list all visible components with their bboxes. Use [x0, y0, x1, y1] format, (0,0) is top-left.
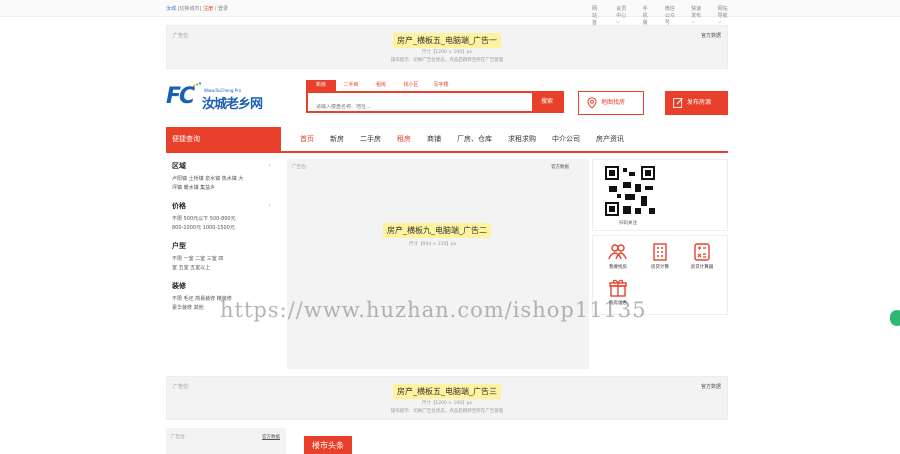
current-city: 汝城 — [166, 6, 177, 12]
ad-official-link[interactable]: 官方数据 — [262, 434, 280, 440]
ad-official-link[interactable]: 官方数据 — [701, 383, 721, 390]
search-tab-new[interactable]: 新房 — [306, 80, 336, 91]
right-column: 扫码关注 我要找房 房贷计算 房贷计算器 购房优惠 — [592, 159, 728, 315]
search-area: 新房 二手房 租房 找小区 写字楼 搜索 — [306, 80, 564, 113]
location-pin-icon — [587, 97, 597, 109]
filter-options[interactable]: 800-1000元 1000-1500元 — [172, 224, 275, 233]
ad-label: 广告位: — [173, 33, 190, 39]
filter-options[interactable]: 不限 一室 二室 三室 四 — [172, 255, 275, 264]
filter-options[interactable]: 卢阳镇 土桥镇 泉水镇 热水镇 大 — [172, 175, 275, 184]
ad-title: 房产_横板五_电脑端_广告三 — [393, 384, 501, 399]
login-link[interactable]: 登录 — [218, 6, 228, 12]
ad-official-link[interactable]: 官方数据 — [701, 32, 721, 39]
nav-rent[interactable]: 租房 — [389, 127, 419, 153]
search-button[interactable]: 搜索 — [532, 93, 562, 111]
tool-calculator[interactable]: 房贷计算器 — [681, 242, 723, 278]
filter-group-area: › 区域 卢阳镇 土桥镇 泉水镇 热水镇 大 坪镇 暖水镇 集益乡 — [172, 161, 275, 193]
logo-dots-icon — [192, 82, 202, 88]
chevron-right-icon[interactable]: › — [268, 161, 271, 169]
nav-agencies[interactable]: 中介公司 — [544, 127, 588, 153]
nav-news[interactable]: 房产资讯 — [588, 127, 632, 153]
floating-chat-button[interactable] — [890, 310, 900, 326]
register-link[interactable]: 注册 — [203, 6, 213, 12]
filter-title: 区域 — [172, 162, 186, 170]
qr-caption: 扫码关注 — [619, 221, 637, 226]
ad-banner-middle[interactable]: 广告位: 官方数据 房产_横板五_电脑端_广告三 尺寸【1200 × 100】p… — [166, 376, 728, 420]
calculator-icon — [694, 243, 710, 261]
search-tab-rent[interactable]: 租房 — [366, 80, 396, 91]
ad-official-link[interactable]: 官方数据 — [551, 164, 569, 170]
nav-shops[interactable]: 商铺 — [419, 127, 449, 153]
search-tabs: 新房 二手房 租房 找小区 写字楼 — [306, 80, 564, 91]
ad-size: 尺寸【1200 × 100】px — [421, 50, 473, 55]
logo-name: 汝城老乡网 — [202, 97, 263, 112]
filter-group-price: › 价格 不限 500元以下 500-800元 800-1000元 1000-1… — [172, 201, 275, 233]
quick-query-title: 便捷查询 — [166, 127, 281, 151]
building-icon — [653, 243, 667, 261]
filter-options[interactable]: 坪镇 暖水镇 集益乡 — [172, 184, 275, 193]
tool-label: 房贷计算 — [651, 265, 669, 270]
quick-query-sidebar: › 区域 卢阳镇 土桥镇 泉水镇 热水镇 大 坪镇 暖水镇 集益乡 › 价格 不… — [166, 155, 281, 355]
separator: / — [214, 6, 217, 12]
tool-label: 房贷计算器 — [690, 265, 714, 270]
ad-title: 房产_横板五_电脑端_广告一 — [393, 33, 501, 48]
tool-find-house[interactable]: 我要找房 — [597, 242, 639, 278]
watermark-text: https://www.huzhan.com/ishop11135 — [220, 298, 647, 322]
filter-group-layout: 户型 不限 一室 二室 三室 四 室 五室 五室以上 — [172, 241, 275, 273]
publish-listing-label: 发布房源 — [687, 99, 712, 106]
nav-wanted[interactable]: 求租求购 — [500, 127, 544, 153]
search-tab-second[interactable]: 二手房 — [336, 80, 366, 91]
map-search-label: 地图找房 — [601, 99, 626, 106]
main-nav: 便捷查询 首页 新房 二手房 租房 商铺 厂房、仓库 求租求购 中介公司 房产资… — [166, 127, 728, 153]
ad-tip: 操作提示：切换广告位状态，点击后跳转至所在广告管理 — [390, 58, 504, 63]
ad-label: 广告位: — [292, 165, 308, 170]
ad-banner-top[interactable]: 广告位: 官方数据 房产_横板五_电脑端_广告一 尺寸【1200 × 100】p… — [166, 25, 728, 69]
publish-listing-button[interactable]: 发布房源 — [665, 91, 728, 115]
map-search-button[interactable]: 地图找房 — [578, 91, 644, 115]
site-logo[interactable]: FC Www.RuCheng.Pro 汝城老乡网 — [166, 80, 271, 114]
nav-items: 首页 新房 二手房 租房 商铺 厂房、仓库 求租求购 中介公司 房产资讯 — [292, 127, 632, 153]
nav-second-hand[interactable]: 二手房 — [352, 127, 389, 153]
ad-label: 广告位: — [173, 384, 190, 390]
filter-title: 户型 — [172, 242, 186, 250]
search-input[interactable] — [316, 104, 516, 110]
ad-label: 广告位: — [171, 435, 187, 440]
filter-options[interactable]: 不限 500元以下 500-800元 — [172, 215, 275, 224]
people-icon — [608, 244, 627, 260]
nav-factory-warehouse[interactable]: 厂房、仓库 — [449, 127, 500, 153]
filter-title: 价格 — [172, 202, 186, 210]
edit-icon — [673, 98, 683, 108]
logo-fc: FC — [166, 84, 195, 109]
qr-panel: 扫码关注 — [592, 159, 728, 231]
switch-city-link[interactable]: [切换城市] — [178, 6, 202, 12]
qr-code-icon — [605, 166, 655, 216]
ad-tip: 操作提示：切换广告位状态，点击后跳转至所在广告管理 — [390, 409, 504, 414]
center-ad[interactable]: 广告位: 官方数据 房产_横板九_电脑端_广告二 尺寸【944 × 330】px — [287, 159, 589, 369]
top-bar: 汝城 [切换城市] 注册 / 登录 网站首页 会员中心 ⌵ 手机版 微信公众号 … — [0, 0, 900, 33]
nav-new-house[interactable]: 新房 — [322, 127, 352, 153]
search-tab-office[interactable]: 写字楼 — [426, 80, 456, 91]
tool-loan[interactable]: 房贷计算 — [639, 242, 681, 278]
gift-icon — [609, 279, 627, 297]
ad-size: 尺寸【1200 × 100】px — [421, 401, 473, 406]
filter-title: 装修 — [172, 282, 186, 290]
ad-size: 尺寸【944 × 330】px — [409, 242, 457, 247]
search-box: 搜索 — [306, 91, 564, 113]
bottom-left-ad[interactable]: 广告位: 官方数据 — [166, 428, 286, 454]
filter-options[interactable]: 室 五室 五室以上 — [172, 264, 275, 273]
ad-title: 房产_横板九_电脑端_广告二 — [383, 223, 491, 238]
chevron-right-icon[interactable]: › — [268, 201, 271, 209]
news-section-header: 楼市头条 — [304, 436, 352, 454]
tool-label: 我要找房 — [609, 265, 627, 270]
location-login: 汝城 [切换城市] 注册 / 登录 — [166, 5, 228, 12]
header: FC Www.RuCheng.Pro 汝城老乡网 新房 二手房 租房 找小区 写… — [166, 76, 728, 120]
nav-home[interactable]: 首页 — [292, 127, 322, 153]
search-tab-community[interactable]: 找小区 — [396, 80, 426, 91]
